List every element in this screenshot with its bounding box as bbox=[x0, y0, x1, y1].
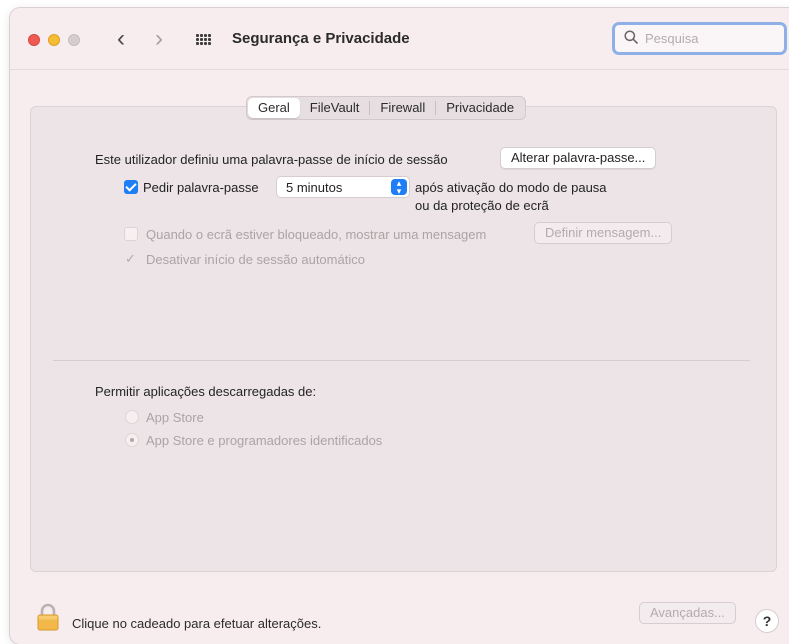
chevron-up-down-icon: ▴ ▾ bbox=[391, 179, 407, 196]
show-message-checkbox[interactable] bbox=[124, 227, 138, 241]
require-password-label: Pedir palavra-passe bbox=[143, 180, 259, 195]
close-window-button[interactable] bbox=[28, 34, 40, 46]
search-field[interactable] bbox=[612, 22, 787, 55]
change-password-button[interactable]: Alterar palavra-passe... bbox=[500, 147, 657, 169]
show-all-grid-icon[interactable] bbox=[196, 34, 212, 46]
tab-filevault[interactable]: FileVault bbox=[300, 98, 370, 118]
window-title: Segurança e Privacidade bbox=[232, 30, 410, 47]
after-sleep-label-line1: após ativação do modo de pausa bbox=[415, 180, 607, 195]
search-icon bbox=[624, 30, 638, 44]
disable-autologin-label: Desativar início de sessão automático bbox=[146, 252, 365, 267]
zoom-window-button[interactable] bbox=[68, 34, 80, 46]
login-password-label: Este utilizador definiu uma palavra-pass… bbox=[95, 152, 448, 167]
tab-privacidade[interactable]: Privacidade bbox=[436, 98, 524, 118]
lock-hint-text: Clique no cadeado para efetuar alteraçõe… bbox=[72, 616, 322, 631]
tab-bar: Geral FileVault Firewall Privacidade bbox=[246, 96, 527, 120]
advanced-button[interactable]: Avançadas... bbox=[639, 602, 736, 624]
after-sleep-label-line2: ou da proteção de ecrã bbox=[415, 198, 549, 213]
show-message-label: Quando o ecrã estiver bloqueado, mostrar… bbox=[146, 227, 487, 242]
radio-app-store-identified[interactable] bbox=[125, 433, 139, 447]
password-delay-value: 5 minutos bbox=[286, 180, 343, 195]
radio-app-store-identified-label: App Store e programadores identificados bbox=[146, 433, 383, 448]
require-password-checkbox[interactable] bbox=[124, 180, 138, 194]
forward-chevron-icon[interactable]: › bbox=[155, 26, 163, 52]
allow-apps-heading: Permitir aplicações descarregadas de: bbox=[95, 384, 317, 399]
lock-icon[interactable] bbox=[37, 603, 59, 631]
tab-firewall[interactable]: Firewall bbox=[370, 98, 435, 118]
help-button[interactable]: ? bbox=[755, 609, 779, 633]
disable-autologin-checkbox[interactable]: ✓ bbox=[125, 251, 136, 267]
set-message-button[interactable]: Definir mensagem... bbox=[534, 222, 673, 244]
tab-geral[interactable]: Geral bbox=[248, 98, 300, 118]
system-preferences-window: ‹ › Segurança e Privacidade Geral FileVa… bbox=[10, 8, 789, 644]
titlebar: ‹ › Segurança e Privacidade bbox=[10, 8, 789, 70]
radio-app-store[interactable] bbox=[125, 410, 139, 424]
password-delay-select[interactable]: 5 minutos ▴ ▾ bbox=[276, 176, 410, 198]
search-input[interactable] bbox=[645, 28, 780, 48]
minimize-window-button[interactable] bbox=[48, 34, 60, 46]
radio-app-store-label: App Store bbox=[146, 410, 204, 425]
section-divider bbox=[53, 360, 750, 361]
back-chevron-icon[interactable]: ‹ bbox=[117, 26, 125, 52]
